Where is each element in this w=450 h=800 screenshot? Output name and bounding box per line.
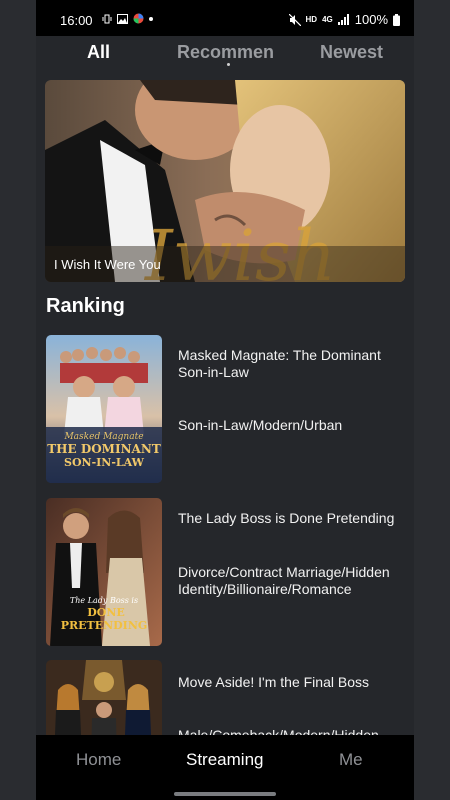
drama-title[interactable]: Masked Magnate: The Dominant Son-in-Law — [178, 347, 404, 381]
cover-text-2: DONE — [87, 606, 125, 619]
home-indicator[interactable] — [174, 792, 276, 796]
cover-text-3: SON-IN-LAW — [64, 456, 145, 469]
bottom-navigation: Home Streaming Me — [36, 735, 414, 800]
tab-newest[interactable]: Newest — [320, 42, 383, 63]
signal-icon — [337, 14, 349, 25]
drama-tags: Son-in-Law/Modern/Urban — [178, 417, 343, 433]
tab-scroll-indicator — [227, 63, 230, 66]
hero-banner[interactable]: Iwish I Wish It Were You — [45, 80, 405, 282]
status-bar: 16:00 HD 4G 100% — [36, 0, 414, 36]
network-label: 4G — [322, 15, 333, 24]
cover-text-1: Masked Magnate — [63, 432, 143, 442]
dot-icon — [149, 16, 153, 21]
drama-cover[interactable]: Masked Magnate THE DOMINANT SON-IN-LAW — [46, 335, 162, 483]
cover-text-1: The Lady Boss is — [70, 596, 138, 605]
nav-me[interactable]: Me — [339, 750, 363, 770]
battery-icon — [393, 13, 400, 26]
hero-title: I Wish It Were You — [54, 257, 161, 272]
mute-icon — [288, 13, 301, 26]
ranking-heading: Ranking — [46, 295, 125, 317]
drama-title[interactable]: Move Aside! I'm the Final Boss — [178, 674, 404, 691]
drama-cover[interactable]: The Lady Boss is DONE PRETENDING — [46, 498, 162, 646]
drama-tags: Divorce/Contract Marriage/Hidden Identit… — [178, 564, 390, 597]
hd-label: HD — [305, 15, 318, 24]
tab-recommended[interactable]: Recommen — [177, 42, 277, 63]
drama-title[interactable]: The Lady Boss is Done Pretending — [178, 510, 404, 527]
cover-image: The Lady Boss is DONE PRETENDING — [46, 498, 162, 646]
status-system-icons: HD 4G 100% — [288, 12, 400, 27]
nav-streaming[interactable]: Streaming — [186, 750, 263, 770]
status-notification-icons — [102, 13, 153, 24]
vibration-icon — [102, 14, 112, 23]
gallery-icon — [117, 13, 128, 24]
tab-all[interactable]: All — [87, 42, 110, 63]
app-screen: 16:00 HD 4G 100% All Recommen Newest Iwi… — [36, 0, 414, 800]
cover-text-3: PRETENDING — [61, 619, 148, 632]
nav-home[interactable]: Home — [76, 750, 121, 770]
app-logo-icon — [133, 13, 144, 24]
status-time: 16:00 — [60, 13, 93, 28]
cover-image: Masked Magnate THE DOMINANT SON-IN-LAW — [46, 335, 162, 483]
battery-percent: 100% — [354, 12, 388, 27]
phone-frame: 16:00 HD 4G 100% All Recommen Newest Iwi… — [0, 0, 450, 800]
category-tabs: All Recommen Newest — [36, 36, 414, 76]
cover-text-2: THE DOMINANT — [47, 442, 161, 456]
